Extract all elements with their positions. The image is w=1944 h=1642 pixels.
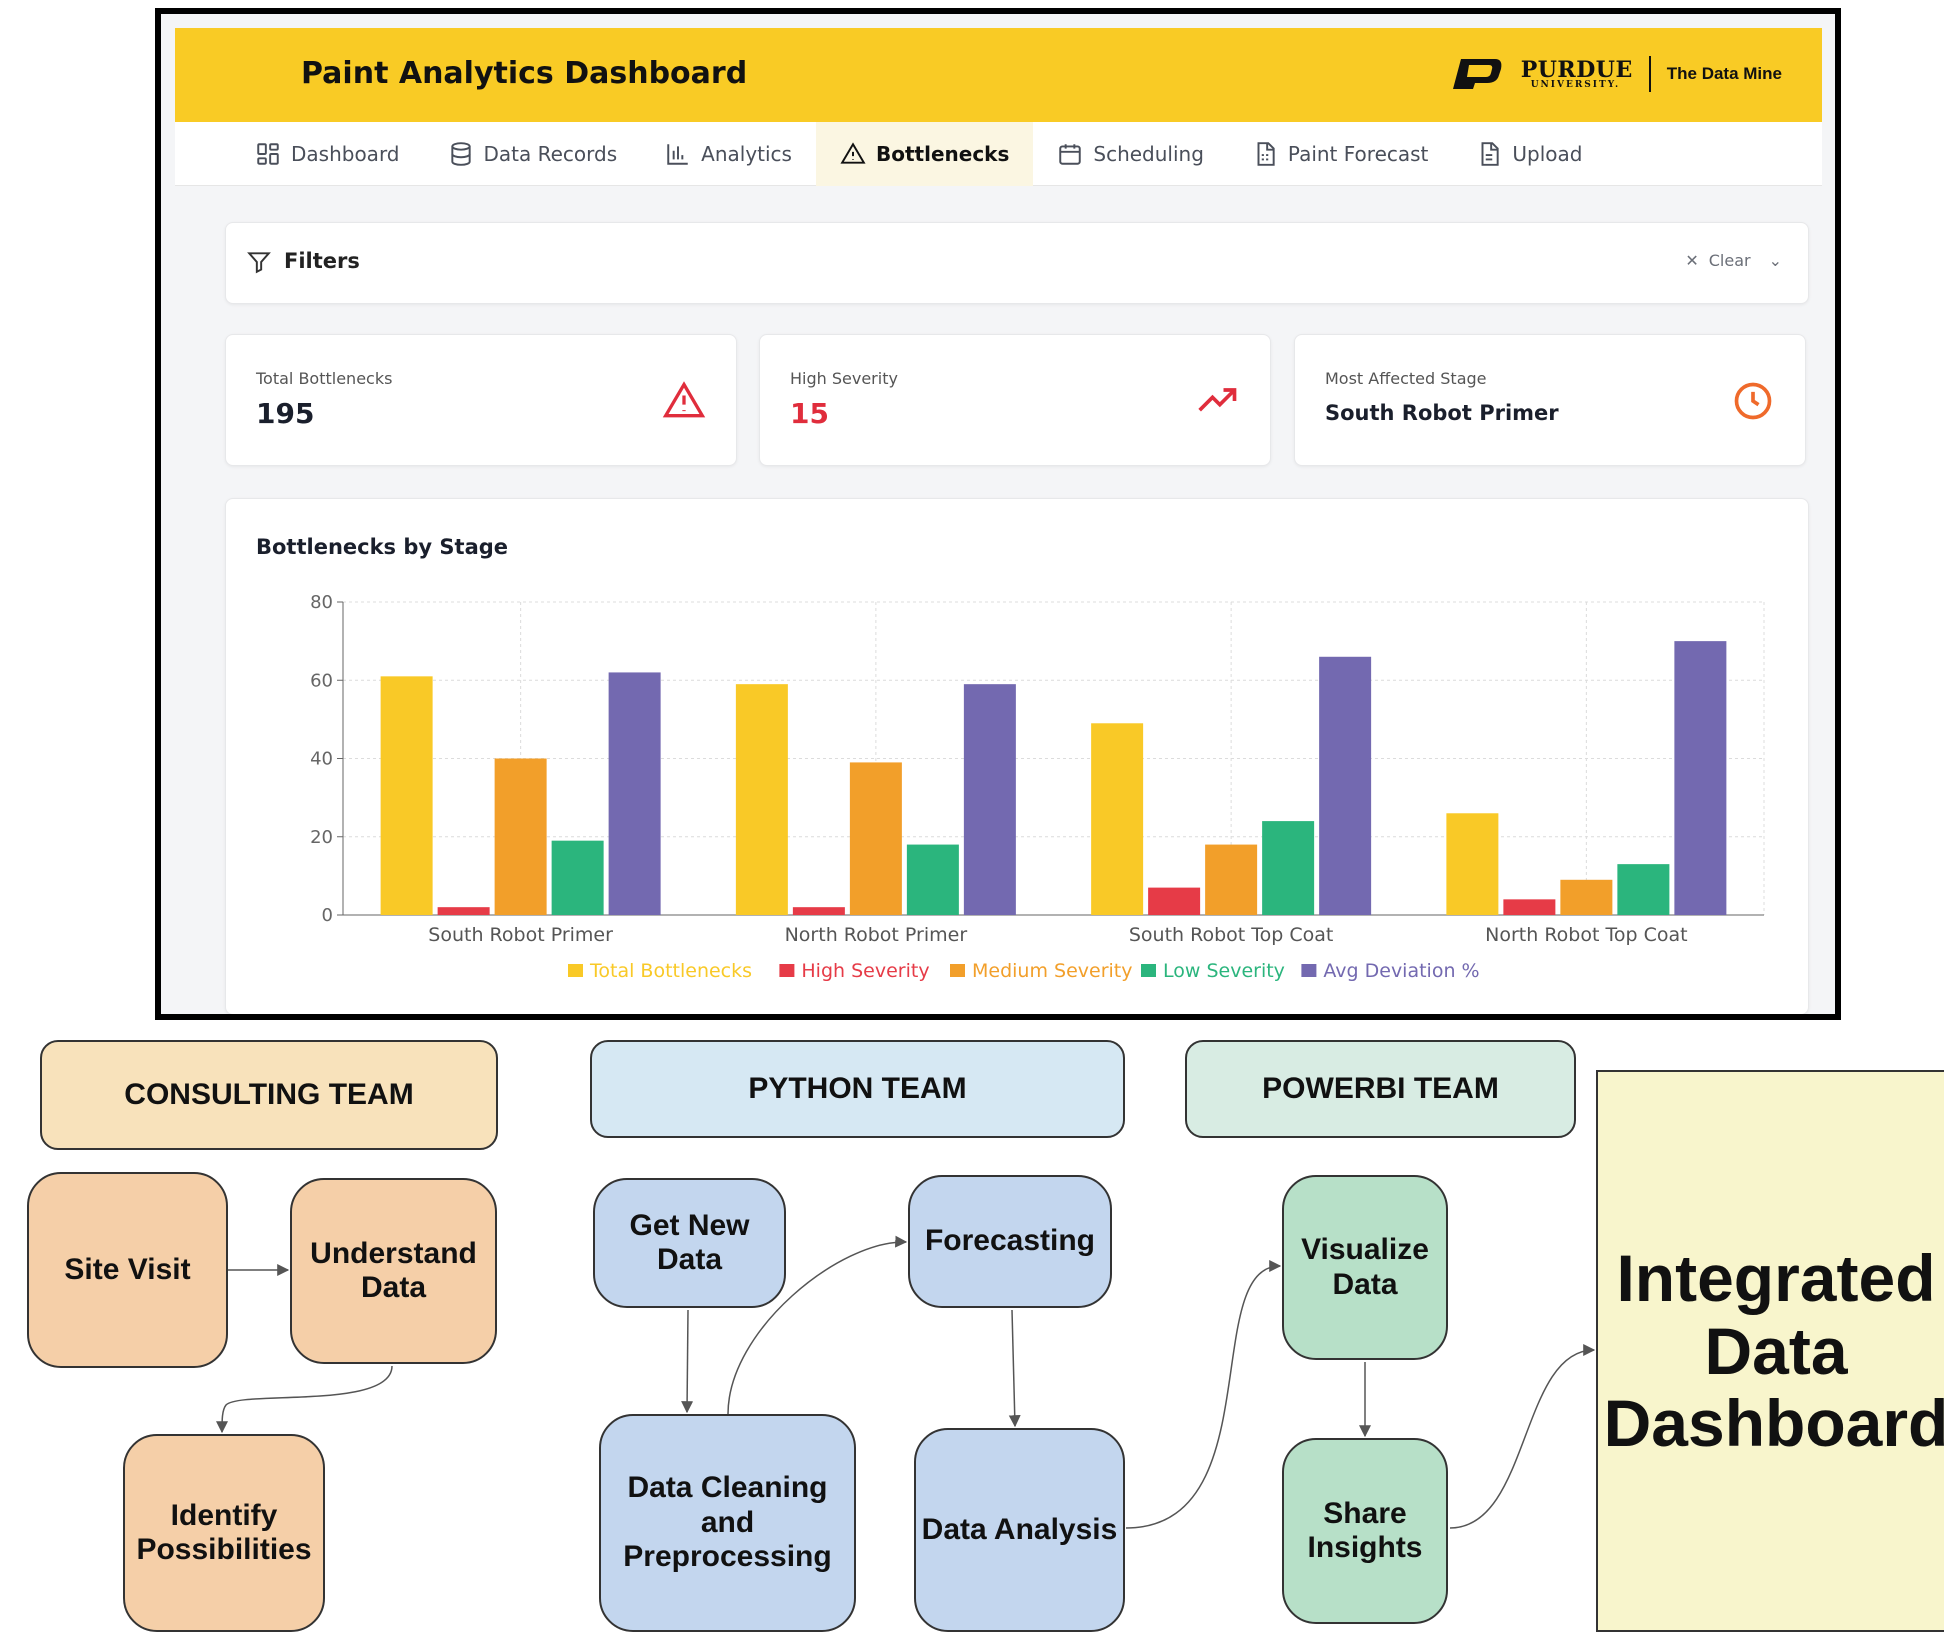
arrow-get-data-to-cleaning xyxy=(681,1309,694,1414)
step-identify-possibilities: Identify Possibilities xyxy=(123,1434,325,1632)
step-share-insights: Share Insights xyxy=(1282,1438,1448,1624)
step-forecasting: Forecasting xyxy=(908,1175,1112,1308)
arrow-share-to-dashboard xyxy=(1449,1344,1596,1529)
step-visualize-data: Visualize Data xyxy=(1282,1175,1448,1360)
consulting-team-header: CONSULTING TEAM xyxy=(40,1040,498,1150)
arrow-forecasting-to-analysis xyxy=(1008,1309,1021,1428)
powerbi-team-header: POWERBI TEAM xyxy=(1185,1040,1576,1138)
python-team-header: PYTHON TEAM xyxy=(590,1040,1125,1138)
integrated-data-dashboard-box: Integrated Data Dashboard xyxy=(1596,1070,1944,1632)
final-label: Integrated Data Dashboard xyxy=(1603,1241,1944,1461)
step-understand-data: Understand Data xyxy=(290,1178,497,1364)
step-get-new-data: Get New Data xyxy=(593,1178,786,1308)
arrow-analysis-to-visualize xyxy=(1125,1260,1282,1529)
step-site-visit: Site Visit xyxy=(27,1172,228,1368)
arrow-understand-data-to-identify xyxy=(216,1365,393,1434)
step-data-analysis: Data Analysis xyxy=(914,1428,1125,1632)
step-data-cleaning: Data Cleaning and Preprocessing xyxy=(599,1414,856,1632)
